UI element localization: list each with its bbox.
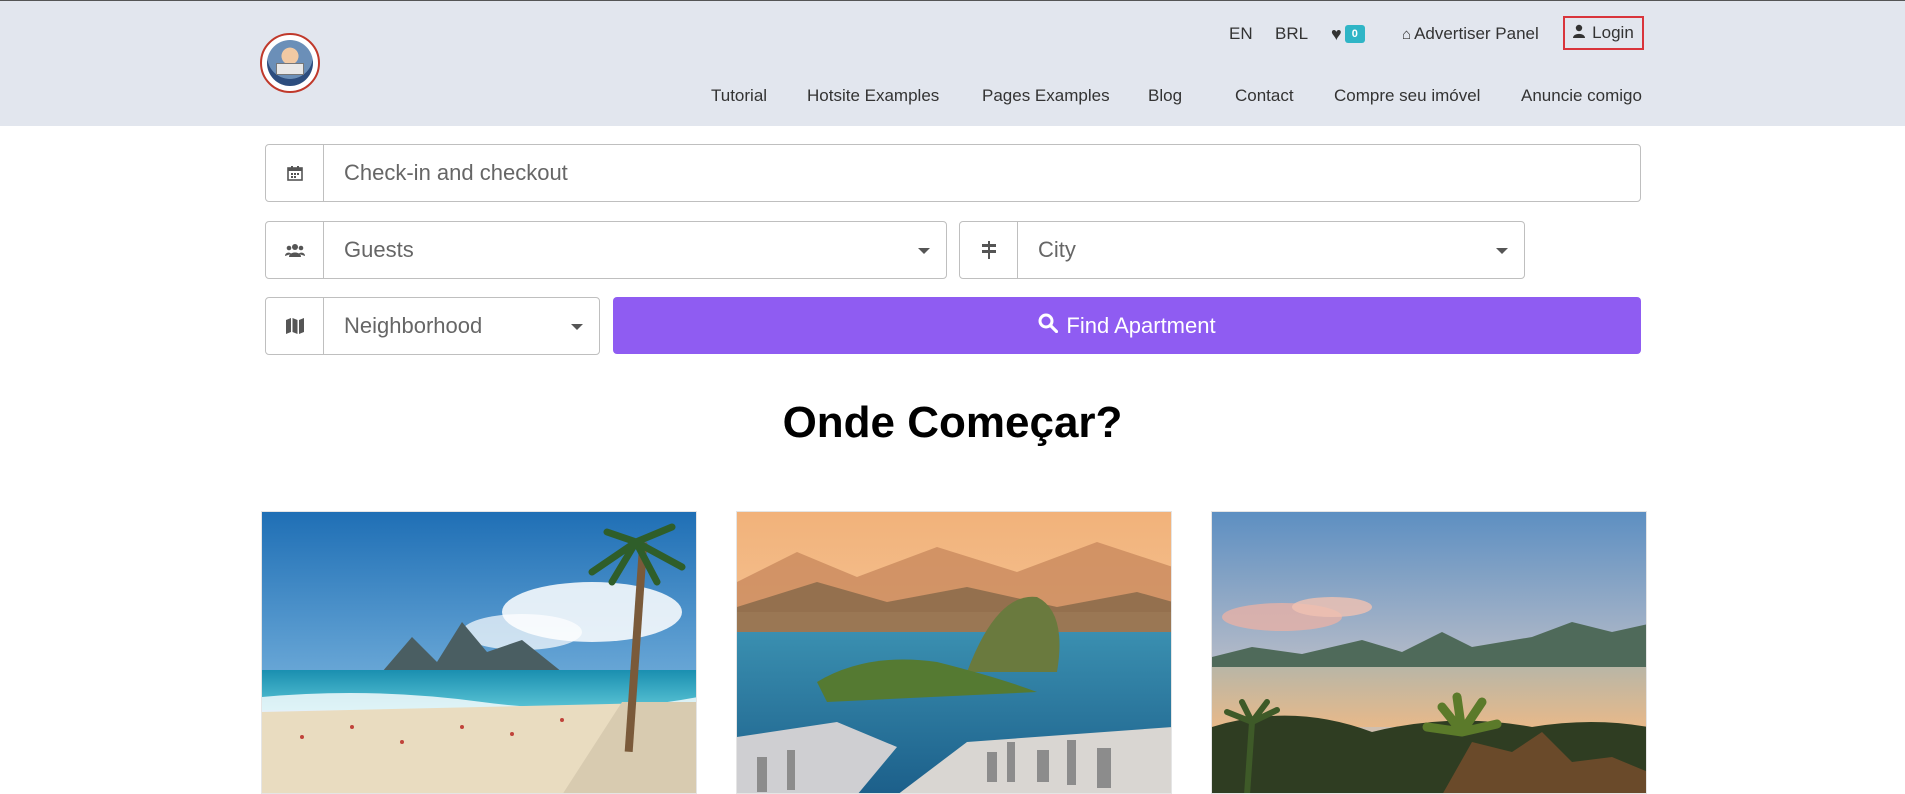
nav-item-anuncie-comigo[interactable]: Anuncie comigo — [1521, 85, 1642, 107]
neighborhood-select-value: Neighborhood — [344, 313, 483, 338]
city-select[interactable]: City — [1018, 222, 1524, 278]
login-link[interactable]: Login — [1563, 16, 1644, 50]
destination-card-sugarloaf[interactable] — [736, 511, 1172, 794]
favorites-count-badge: 0 — [1344, 25, 1365, 43]
language-selector[interactable]: EN — [1229, 23, 1253, 45]
map-icon — [266, 298, 324, 354]
beach-photo — [262, 512, 696, 793]
find-apartment-label: Find Apartment — [1066, 312, 1216, 338]
chevron-down-icon — [571, 324, 583, 330]
site-header: EN BRL ♥ 0 ⌂ Advertiser Panel Login Tutor… — [0, 0, 1905, 126]
advertiser-panel-label: Advertiser Panel — [1414, 24, 1539, 43]
favorites-link[interactable]: ♥ 0 — [1331, 23, 1365, 45]
chevron-down-icon — [1496, 248, 1508, 254]
section-title: Onde Começar? — [782, 398, 1123, 447]
currency-selector[interactable]: BRL — [1275, 23, 1308, 45]
nav-item-hotsite-examples[interactable]: Hotsite Examples — [807, 85, 939, 107]
nav-item-compre-seu-imovel[interactable]: Compre seu imóvel — [1334, 85, 1480, 107]
sugarloaf-photo — [737, 512, 1171, 793]
destination-card-bay[interactable] — [1211, 511, 1647, 794]
bay-painting — [1212, 512, 1646, 793]
dates-input[interactable]: Check-in and checkout — [324, 145, 1640, 201]
logo-book — [276, 63, 304, 75]
user-icon — [1573, 24, 1589, 42]
nav-item-tutorial[interactable]: Tutorial — [711, 85, 767, 107]
users-icon — [266, 222, 324, 278]
destination-card-beach[interactable] — [261, 511, 697, 794]
heart-icon: ♥ — [1331, 24, 1342, 44]
chevron-down-icon — [918, 248, 930, 254]
guests-select-value: Guests — [344, 237, 414, 262]
home-icon: ⌂ — [1402, 26, 1412, 43]
city-select-value: City — [1038, 237, 1076, 262]
signpost-icon — [960, 222, 1018, 278]
guests-select-group[interactable]: Guests — [265, 221, 947, 279]
city-select-group[interactable]: City — [959, 221, 1525, 279]
nav-item-pages-examples[interactable]: Pages Examples — [982, 85, 1110, 107]
guests-select[interactable]: Guests — [324, 222, 946, 278]
calendar-icon — [266, 145, 324, 201]
dates-input-group[interactable]: Check-in and checkout — [265, 144, 1641, 202]
neighborhood-select[interactable]: Neighborhood — [324, 298, 599, 354]
neighborhood-select-group[interactable]: Neighborhood — [265, 297, 600, 355]
search-icon — [1038, 313, 1059, 339]
nav-item-contact[interactable]: Contact — [1235, 85, 1294, 107]
advertiser-panel-link[interactable]: ⌂ Advertiser Panel — [1402, 23, 1539, 46]
utility-bar: EN BRL ♥ 0 ⌂ Advertiser Panel Login — [0, 16, 1905, 50]
login-label: Login — [1592, 23, 1634, 42]
find-apartment-button[interactable]: Find Apartment — [613, 297, 1641, 354]
nav-item-blog[interactable]: Blog — [1148, 85, 1182, 107]
